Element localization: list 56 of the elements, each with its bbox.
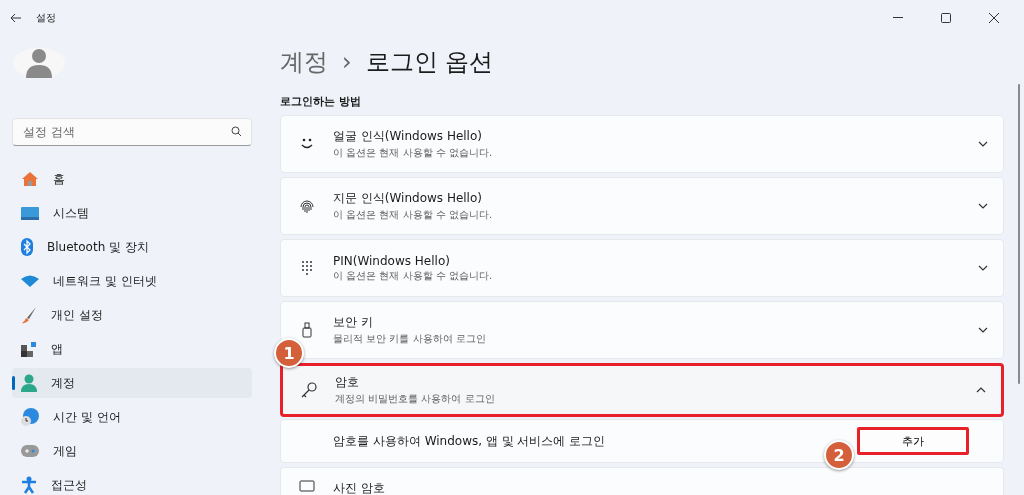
person-icon (21, 374, 37, 392)
option-subtitle: 계정의 비밀번호를 사용하여 로그인 (335, 392, 496, 406)
nav-item[interactable]: 홈 (12, 164, 252, 194)
option-title: 사진 암호 (333, 480, 385, 495)
option-title: PIN(Windows Hello) (333, 253, 451, 268)
nav-item[interactable]: 시스템 (12, 198, 252, 228)
option-subtitle: 이 옵션은 현재 사용할 수 없습니다. (333, 208, 494, 222)
window-title: 설정 (36, 11, 56, 25)
monitor-icon (21, 206, 39, 220)
wifi-icon (21, 275, 39, 287)
nav-item[interactable]: Bluetooth 및 장치 (12, 232, 252, 262)
search-field[interactable]: 설정 검색 (12, 118, 252, 146)
accessibility-icon (21, 476, 37, 494)
option-title: 보안 키 (333, 314, 374, 331)
option-title: 지문 인식(Windows Hello) (333, 190, 483, 207)
globe-clock-icon (21, 408, 39, 426)
step-badge: 1 (274, 338, 304, 368)
option-subtitle: 이 옵션은 현재 사용할 수 없습니다. (333, 146, 494, 160)
add-button[interactable]: 추가 (857, 427, 969, 455)
key-icon (300, 381, 318, 399)
breadcrumb-separator: › (342, 48, 352, 76)
breadcrumb-parent[interactable]: 계정 (280, 46, 328, 78)
nav-item[interactable]: 개인 설정 (12, 300, 252, 330)
option-title: 암호 (335, 374, 360, 391)
option-card[interactable]: 지문 인식(Windows Hello) 이 옵션은 현재 사용할 수 없습니다. (280, 177, 1004, 235)
option-card[interactable]: 얼굴 인식(Windows Hello) 이 옵션은 현재 사용할 수 없습니다. (280, 115, 1004, 173)
option-card[interactable]: PIN(Windows Hello) 이 옵션은 현재 사용할 수 없습니다. (280, 239, 1004, 297)
option-title: 얼굴 인식(Windows Hello) (333, 128, 483, 145)
nav-item[interactable]: 네트워크 및 인터넷 (12, 266, 252, 296)
option-subtitle: 물리적 보안 키를 사용하여 로그인 (333, 332, 487, 346)
gamepad-icon (21, 445, 39, 457)
close-icon (989, 13, 999, 23)
nav-item[interactable]: 게임 (12, 436, 252, 466)
option-card[interactable]: 사진 암호 (280, 467, 1004, 495)
nav-item[interactable]: 시간 및 언어 (12, 402, 252, 432)
section-title: 로그인하는 방법 (280, 94, 362, 109)
home-icon (21, 171, 39, 187)
apps-icon (21, 341, 37, 357)
nav-item[interactable]: 접근성 (12, 470, 252, 495)
minimize-icon (893, 17, 903, 19)
keypad-icon (301, 260, 313, 276)
search-icon (231, 126, 242, 137)
smiley-icon (300, 138, 314, 150)
option-subtitle: 이 옵션은 현재 사용할 수 없습니다. (333, 268, 494, 283)
maximize-icon (941, 13, 951, 23)
usb-key-icon (302, 322, 312, 338)
nav-item[interactable]: 계정 (12, 368, 252, 398)
back-arrow-icon[interactable] (10, 13, 22, 23)
bluetooth-icon (21, 238, 33, 256)
picture-frame-icon (299, 480, 315, 492)
option-card[interactable]: 암호 계정의 비밀번호를 사용하여 로그인 (280, 363, 1004, 417)
nav-item[interactable]: 앱 (12, 334, 252, 364)
detail-text: 암호를 사용하여 Windows, 앱 및 서비스에 로그인 (333, 432, 607, 450)
fingerprint-icon (299, 198, 315, 214)
paintbrush-icon (21, 306, 37, 324)
page-title: 로그인 옵션 (365, 47, 494, 78)
